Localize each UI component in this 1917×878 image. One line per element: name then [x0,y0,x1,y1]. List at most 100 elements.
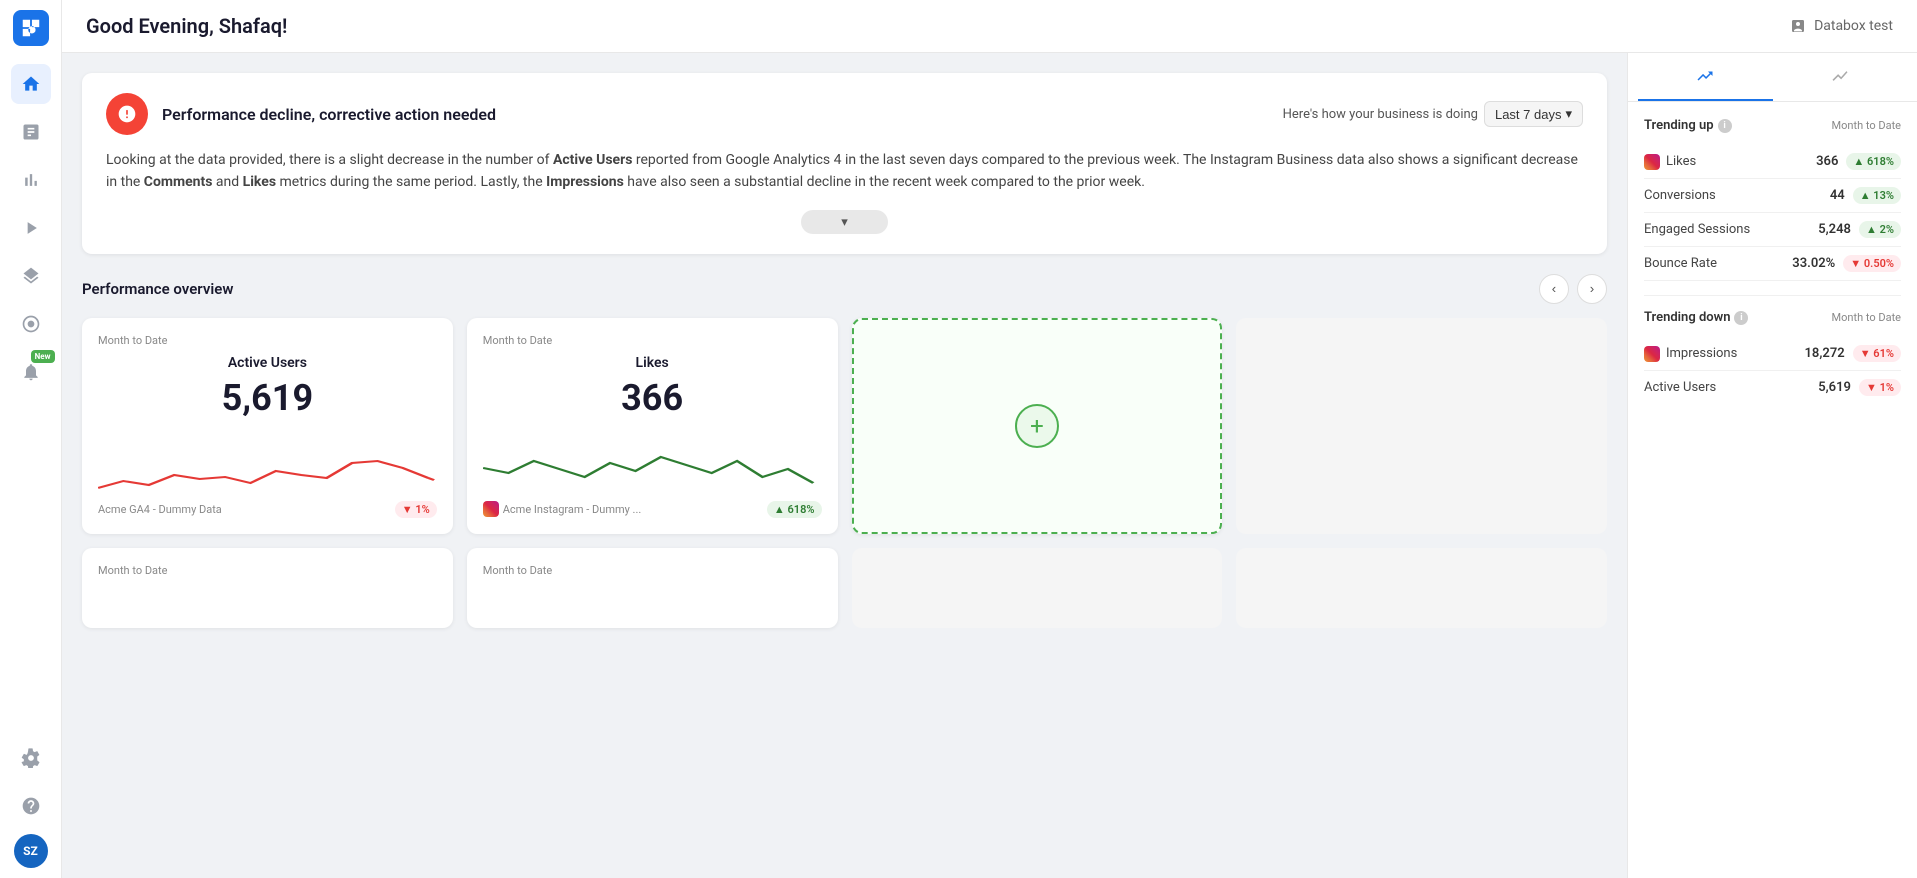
trend-row-conversions: Conversions 44 ▲ 13% [1644,179,1901,213]
logo[interactable] [13,10,49,46]
bottom-cards: Month to Date Month to Date [82,548,1607,628]
add-metric-card[interactable]: + [852,318,1223,534]
sidebar-item-bell[interactable]: New [11,352,51,392]
alert-header: Performance decline, corrective action n… [106,93,1583,135]
tab-trending[interactable] [1638,53,1773,101]
header: Good Evening, Shafaq! Databox test [62,0,1917,53]
alert-title-group: Performance decline, corrective action n… [106,93,496,135]
info-icon-down: i [1734,311,1748,325]
sidebar-item-help[interactable] [11,786,51,826]
section-title: Performance overview [82,280,233,298]
activity-icon [1831,67,1849,85]
ghost-card [1236,318,1607,534]
main-content: Good Evening, Shafaq! Databox test Perfo… [62,0,1917,878]
user-avatar[interactable]: SZ [14,834,48,868]
metric-card-likes: Month to Date Likes 366 Acme Instagram -… [467,318,838,534]
trend-label-likes: Likes [1644,154,1696,170]
trending-up-title: Trending up i [1644,118,1732,133]
trend-row-likes: Likes 366 ▲ 618% [1644,145,1901,179]
panel-tabs [1628,53,1917,102]
sidebar-item-home[interactable] [11,64,51,104]
insta-icon-impressions [1644,346,1660,362]
alert-expand: ▾ [106,210,1583,234]
alert-card: Performance decline, corrective action n… [82,73,1607,254]
sidebar: New SZ [0,0,62,878]
chevron-down-icon: ▾ [1565,106,1572,122]
trend-value-engaged: 5,248 [1818,222,1851,237]
body-area: Performance decline, corrective action n… [62,53,1917,878]
panel-body: Trending up i Month to Date Likes 366 ▲ … [1628,102,1917,420]
alert-body: Looking at the data provided, there is a… [106,149,1583,194]
period-value: Last 7 days [1495,107,1562,122]
prev-arrow[interactable]: ‹ [1539,274,1569,304]
trend-label-conversions: Conversions [1644,188,1716,203]
trend-value-likes: 366 [1816,154,1838,169]
trend-badge-likes: ▲ 618% [1846,153,1901,170]
metric-card-active-users: Month to Date Active Users 5,619 Acme GA… [82,318,453,534]
trending-up-period: Month to Date [1832,119,1901,132]
badge-up-likes: ▲ 618% [767,501,822,518]
card-period-likes: Month to Date [483,334,822,347]
card-footer: Acme GA4 - Dummy Data ▼ 1% [98,501,437,518]
info-icon: i [1718,119,1732,133]
nav-arrows: ‹ › [1539,274,1607,304]
alert-period: Here's how your business is doing Last 7… [1283,101,1583,127]
sparkline-active-users [98,433,437,493]
bottom-card-period-2: Month to Date [483,564,822,577]
instagram-icon [483,501,499,517]
trending-down-title: Trending down i [1644,310,1748,325]
sidebar-item-play[interactable] [11,208,51,248]
alert-icon [106,93,148,135]
trending-down-header: Trending down i Month to Date [1644,310,1901,325]
trend-row-engaged: Engaged Sessions 5,248 ▲ 2% [1644,213,1901,247]
card-metric-name-likes: Likes [483,355,822,371]
dashboard-main: Performance decline, corrective action n… [62,53,1627,878]
trend-row-bounce: Bounce Rate 33.02% ▼ 0.50% [1644,247,1901,281]
trend-badge-impressions: ▼ 61% [1853,345,1901,362]
add-plus-button[interactable]: + [1015,404,1059,448]
sidebar-item-numbers[interactable] [11,112,51,152]
trend-value-bounce: 33.02% [1792,256,1835,271]
trend-value-active-users: 5,619 [1818,380,1851,395]
card-source-likes: Acme Instagram - Dummy ... [483,501,642,517]
bottom-ghost-1 [852,548,1223,628]
trending-up-header: Trending up i Month to Date [1644,118,1901,133]
sidebar-item-target[interactable] [11,304,51,344]
trending-icon [1696,67,1714,85]
page-title: Good Evening, Shafaq! [86,14,287,38]
trend-badge-bounce: ▼ 0.50% [1843,255,1901,272]
bottom-ghost-2 [1236,548,1607,628]
sidebar-item-charts[interactable] [11,160,51,200]
trend-label-impressions: Impressions [1644,346,1737,362]
right-panel: Trending up i Month to Date Likes 366 ▲ … [1627,53,1917,878]
trend-value-impressions: 18,272 [1805,346,1845,361]
sidebar-item-layers[interactable] [11,256,51,296]
tab-activity[interactable] [1773,53,1908,101]
expand-button[interactable]: ▾ [801,210,888,234]
card-period: Month to Date [98,334,437,347]
trend-label-bounce: Bounce Rate [1644,256,1717,271]
trend-value-conversions: 44 [1830,188,1845,203]
alert-title: Performance decline, corrective action n… [162,105,496,124]
bottom-card-1: Month to Date [82,548,453,628]
bottom-card-period-1: Month to Date [98,564,437,577]
section-header: Performance overview ‹ › [82,274,1607,304]
next-arrow[interactable]: › [1577,274,1607,304]
card-footer-likes: Acme Instagram - Dummy ... ▲ 618% [483,501,822,518]
workspace-name: Databox test [1814,18,1893,34]
trend-badge-active-users: ▼ 1% [1859,379,1901,396]
cards-grid: Month to Date Active Users 5,619 Acme GA… [82,318,1607,534]
alert-period-label: Here's how your business is doing [1283,107,1478,122]
trend-label-active-users: Active Users [1644,380,1716,395]
panel-divider [1644,295,1901,296]
trend-badge-conversions: ▲ 13% [1853,187,1901,204]
card-metric-name: Active Users [98,355,437,371]
trending-down-period: Month to Date [1832,311,1901,324]
trend-row-impressions: Impressions 18,272 ▼ 61% [1644,337,1901,371]
trend-row-active-users: Active Users 5,619 ▼ 1% [1644,371,1901,404]
alert-period-btn[interactable]: Last 7 days ▾ [1484,101,1583,127]
sidebar-item-settings[interactable] [11,738,51,778]
badge-down: ▼ 1% [395,501,437,518]
new-badge: New [31,350,55,363]
workspace-icon [1790,18,1806,34]
